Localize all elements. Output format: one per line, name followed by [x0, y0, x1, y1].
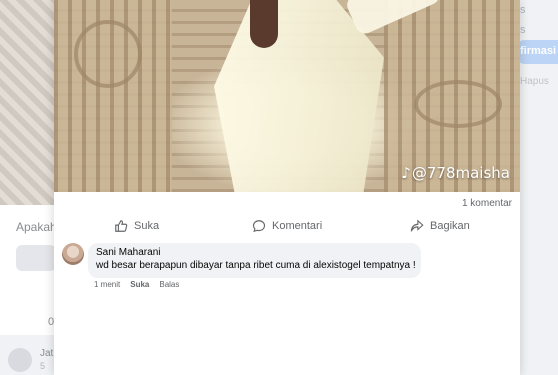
post-video[interactable]: ♪@778maisha — [54, 0, 520, 192]
background-question-text: Apakah — [16, 220, 54, 234]
background-avatar — [8, 348, 32, 372]
watermark-handle: @778maisha — [411, 164, 510, 182]
share-arrow-icon — [410, 219, 424, 232]
comment-reply-button[interactable]: Balas — [159, 280, 179, 289]
comment-button[interactable]: Komentari — [252, 216, 322, 236]
video-carving — [74, 20, 142, 88]
background-text: s — [520, 4, 526, 16]
video-watermark: ♪@778maisha — [401, 164, 510, 182]
comment-meta: 1 menit Suka Balas — [94, 280, 179, 289]
like-button-label: Suka — [134, 220, 160, 232]
background-sub: 5 — [40, 361, 46, 371]
share-button[interactable]: Bagikan — [410, 216, 470, 236]
comment-bubble: Sani Maharani wd besar berapapun dibayar… — [88, 243, 421, 278]
tiktok-icon: ♪ — [401, 164, 411, 182]
share-button-label: Bagikan — [430, 220, 470, 232]
thumbs-up-icon — [115, 220, 128, 232]
background-post-image — [0, 0, 54, 205]
background-feed-right: s s firmasi Hapus — [520, 0, 558, 375]
background-button — [16, 245, 54, 271]
background-confirm-button: firmasi — [520, 40, 558, 64]
comment-text: wd besar berapapun dibayar tanpa ribet c… — [96, 260, 416, 271]
video-person-hair — [250, 0, 278, 48]
post-modal: ♪@778maisha 1 komentar Suka Komentari Ba… — [54, 0, 520, 375]
comment-avatar[interactable] — [62, 243, 84, 265]
comment-time[interactable]: 1 menit — [94, 280, 120, 289]
background-delete-text: Hapus — [520, 76, 549, 87]
comment-count[interactable]: 1 komentar — [462, 198, 512, 209]
background-name: Jat — [40, 348, 54, 359]
post-actions-bar: Suka Komentari Bagikan — [54, 212, 520, 240]
background-confirm-label: firmasi — [520, 45, 557, 57]
background-text: s — [520, 24, 526, 36]
video-carving — [414, 80, 502, 128]
comment-author[interactable]: Sani Maharani — [96, 247, 160, 258]
like-button[interactable]: Suka — [114, 216, 159, 236]
speech-bubble-icon — [252, 220, 266, 233]
comment-button-label: Komentari — [272, 220, 323, 232]
background-feed-left: Apakah 0 Jat 5 — [0, 0, 54, 375]
comment-like-button[interactable]: Suka — [130, 280, 149, 289]
